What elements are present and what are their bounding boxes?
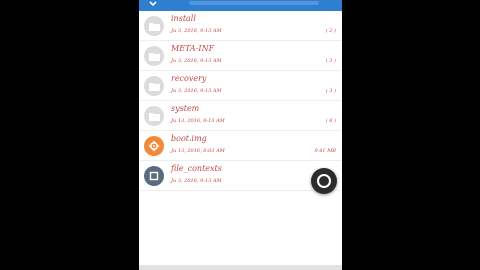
list-item[interactable]: install Ju 3, 2016, 9:13 AM ( 2 ) bbox=[139, 11, 342, 41]
file-name: recovery bbox=[171, 74, 207, 83]
file-meta: ( 2 ) bbox=[325, 28, 336, 34]
file-icon bbox=[144, 166, 164, 186]
file-date: Ju 3, 2016, 9:13 AM bbox=[171, 178, 222, 184]
file-date: Ju 13, 2016, 8:03 AM bbox=[171, 148, 225, 154]
file-meta: 9.41 MB bbox=[314, 148, 336, 154]
circle-icon bbox=[317, 174, 331, 188]
file-name: install bbox=[171, 14, 196, 23]
file-meta: ( 3 ) bbox=[325, 88, 336, 94]
list-item[interactable]: boot.img Ju 13, 2016, 8:03 AM 9.41 MB bbox=[139, 131, 342, 161]
chevron-down-icon[interactable] bbox=[148, 0, 158, 8]
gear-icon bbox=[144, 136, 164, 156]
file-name: META-INF bbox=[171, 44, 215, 53]
file-name: boot.img bbox=[171, 134, 207, 143]
list-item[interactable]: META-INF Ju 3, 2016, 9:13 AM ( 3 ) bbox=[139, 41, 342, 71]
file-list: install Ju 3, 2016, 9:13 AM ( 2 ) META-I… bbox=[139, 11, 342, 191]
file-date: Ju 3, 2016, 9:13 AM bbox=[171, 58, 222, 64]
file-name: system bbox=[171, 104, 200, 113]
list-item[interactable]: recovery Ju 3, 2016, 9:13 AM ( 3 ) bbox=[139, 71, 342, 101]
floating-action-button[interactable] bbox=[311, 168, 337, 194]
file-name: file_contexts bbox=[171, 164, 222, 173]
top-toolbar bbox=[139, 0, 342, 11]
file-manager-screen: install Ju 3, 2016, 9:13 AM ( 2 ) META-I… bbox=[139, 0, 342, 270]
file-meta: ( 8 ) bbox=[325, 118, 336, 124]
bottom-bar bbox=[139, 265, 342, 270]
file-date: Ju 3, 2016, 9:13 AM bbox=[171, 88, 222, 94]
folder-icon bbox=[144, 106, 164, 126]
folder-icon bbox=[144, 46, 164, 66]
folder-icon bbox=[144, 16, 164, 36]
file-meta: ( 3 ) bbox=[325, 58, 336, 64]
path-breadcrumb[interactable] bbox=[189, 1, 319, 5]
file-date: Ju 13, 2016, 9:13 AM bbox=[171, 118, 225, 124]
file-date: Ju 3, 2016, 9:13 AM bbox=[171, 28, 222, 34]
list-item[interactable]: system Ju 13, 2016, 9:13 AM ( 8 ) bbox=[139, 101, 342, 131]
folder-icon bbox=[144, 76, 164, 96]
